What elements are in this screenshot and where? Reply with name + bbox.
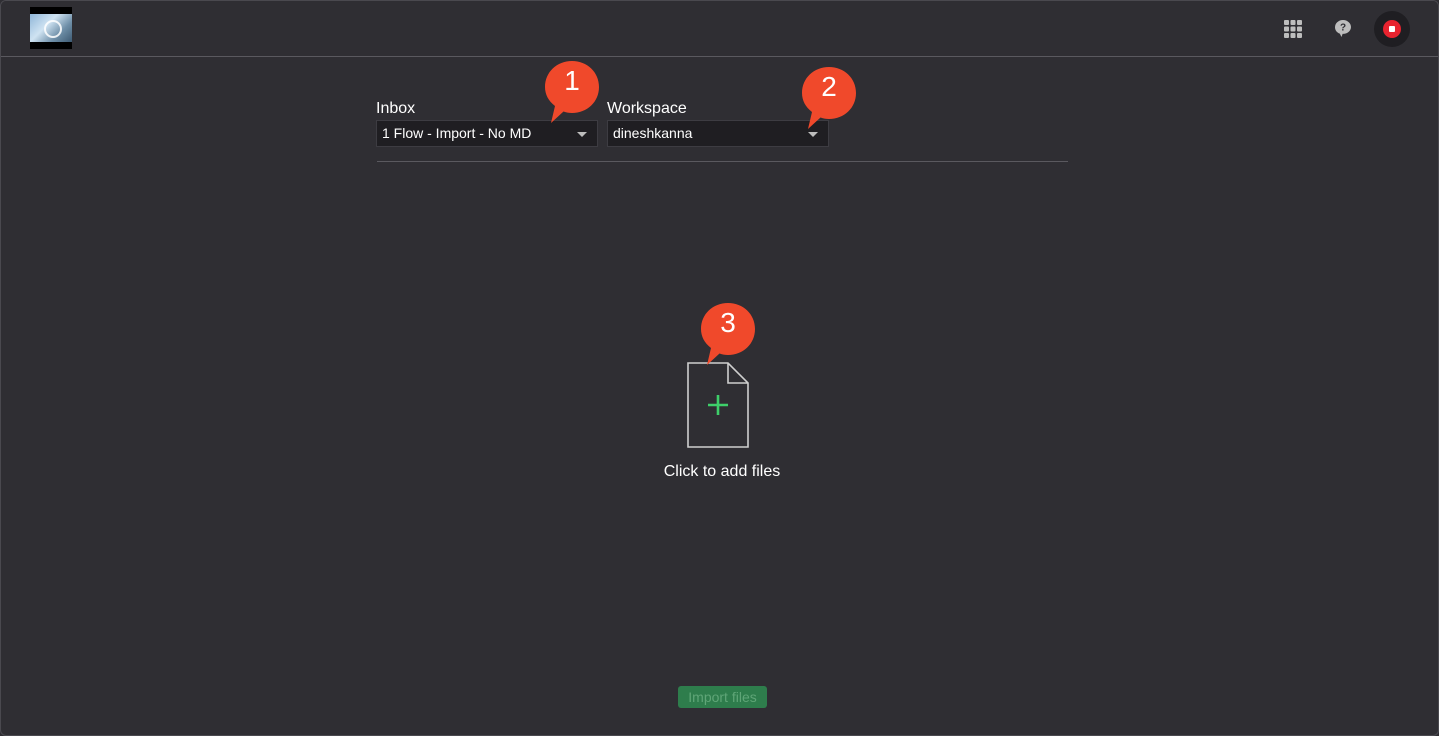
marker-2-number: 2 bbox=[821, 71, 837, 102]
svg-text:?: ? bbox=[1340, 23, 1346, 34]
app-window: ? Inbox 1 Flow - Import - No MD Workspac… bbox=[0, 0, 1439, 736]
annotation-marker-2: 2 bbox=[800, 65, 858, 131]
workspace-selected-value: dineshkanna bbox=[613, 125, 693, 141]
chevron-down-icon bbox=[577, 132, 587, 137]
inbox-label: Inbox bbox=[376, 100, 416, 117]
logo-image bbox=[30, 14, 72, 42]
workspace-label: Workspace bbox=[607, 100, 687, 117]
marker-3-number: 3 bbox=[720, 307, 736, 338]
marker-1-number: 1 bbox=[564, 65, 580, 96]
stop-square bbox=[1389, 26, 1395, 32]
grid-icon[interactable] bbox=[1279, 15, 1307, 43]
add-files-dropzone[interactable]: Click to add files bbox=[641, 356, 801, 491]
record-stop-icon bbox=[1383, 20, 1401, 38]
inbox-selected-value: 1 Flow - Import - No MD bbox=[382, 125, 532, 141]
app-logo[interactable] bbox=[30, 7, 72, 49]
file-add-icon bbox=[687, 362, 749, 448]
import-files-button[interactable]: Import files bbox=[678, 686, 767, 708]
form-divider bbox=[377, 161, 1068, 162]
chevron-down-icon bbox=[808, 132, 818, 137]
help-icon[interactable]: ? bbox=[1329, 15, 1357, 43]
annotation-marker-1: 1 bbox=[543, 59, 601, 125]
workspace-select[interactable]: dineshkanna bbox=[607, 120, 829, 147]
add-files-label: Click to add files bbox=[663, 463, 781, 480]
record-stop-button[interactable] bbox=[1374, 11, 1410, 47]
top-bar: ? bbox=[1, 1, 1438, 57]
annotation-marker-3: 3 bbox=[699, 301, 757, 367]
